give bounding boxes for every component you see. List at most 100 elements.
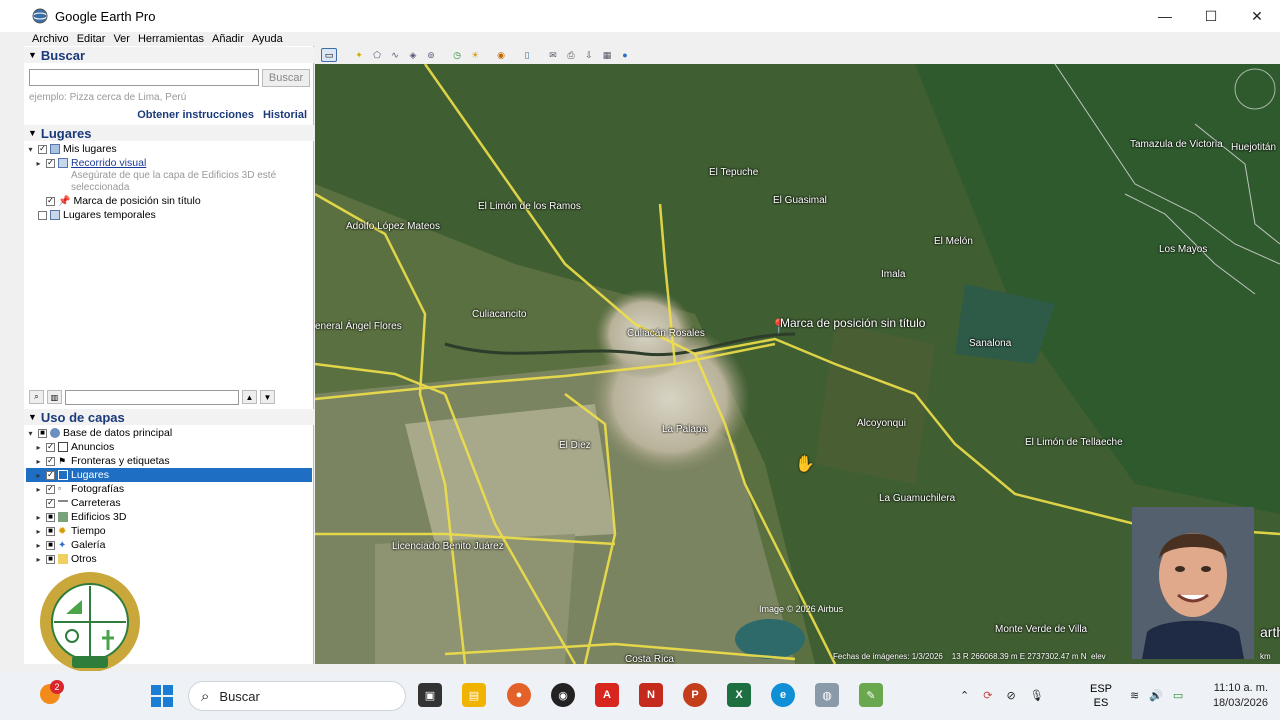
close-button[interactable]: ✕ [1234,0,1280,32]
panel-toggle-icon[interactable]: ▥ [47,390,62,404]
email-icon[interactable]: ✉ [545,48,561,62]
layer-galeria[interactable]: ▸ ■ ✦ Galería [26,538,312,552]
expand-icon[interactable]: ▸ [34,159,43,168]
checkbox[interactable]: ✓ [46,196,55,206]
move-down-icon[interactable]: ▼ [260,390,275,404]
expand-icon[interactable]: ▾ [26,429,35,438]
web-globe-icon[interactable]: ● [617,48,633,62]
search-button[interactable]: Buscar [262,69,310,87]
search-icon: ⌕ [201,687,210,705]
windows-start-icon[interactable] [150,684,174,708]
layer-base-datos[interactable]: ▾ ■ Base de datos principal [26,426,312,440]
obs-icon[interactable]: ◉ [551,683,575,707]
save-image-icon[interactable]: ⇩ [581,48,597,62]
layer-lugares[interactable]: ▸ ✓ Lugares [26,468,312,482]
collapse-triangle-icon: ▼ [28,412,37,422]
map-view-icon[interactable]: ▦ [599,48,615,62]
taskbar-search[interactable]: ⌕ Buscar [188,681,406,711]
layer-edificios-3d[interactable]: ▸ ■ Edificios 3D [26,510,312,524]
tour-record-icon[interactable]: ⊚ [423,48,439,62]
language-indicator[interactable]: ESP ES [1090,682,1112,710]
checkbox[interactable]: ■ [38,428,47,438]
layer-otros[interactable]: ▸ ■ Otros [26,552,312,566]
google-earth-taskbar-icon[interactable]: ◍ [815,683,839,707]
chevron-up-icon[interactable]: ⌃ [960,689,969,702]
webcam-overlay [1132,507,1254,659]
battery-icon[interactable]: ▭ [1173,689,1183,702]
layers-section-header[interactable]: ▼ Uso de capas [24,409,314,425]
ruler-icon[interactable]: ▯ [519,48,535,62]
wifi-icon[interactable]: ≋ [1130,689,1139,702]
search-input[interactable] [29,69,259,86]
square-icon [58,470,68,480]
history-link[interactable]: Historial [263,109,307,121]
sidebar-toggle-icon[interactable]: ▭ [321,48,337,62]
checkbox[interactable] [38,210,47,220]
menu-ayuda[interactable]: Ayuda [252,33,283,45]
search-places-icon[interactable]: ⌕ [29,390,44,404]
tree-item-temporales[interactable]: Lugares temporales [26,208,296,222]
checkbox[interactable]: ✓ [46,484,55,494]
tree-item-placemark[interactable]: ✓ 📌 Marca de posición sin título [26,194,296,208]
volume-icon[interactable]: 🔊 [1149,689,1163,702]
checkbox[interactable]: ✓ [46,470,55,480]
minimize-button[interactable]: — [1142,0,1188,32]
file-explorer-icon[interactable]: ▤ [462,683,486,707]
acrobat-icon[interactable]: A [595,683,619,707]
checkbox[interactable]: ■ [46,540,55,550]
layer-carreteras[interactable]: ✓ Carreteras [26,496,312,510]
checkbox[interactable]: ✓ [38,144,47,154]
tree-item-recorrido-visual[interactable]: ▸ ✓ Recorrido visual [26,156,296,170]
layer-anuncios[interactable]: ▸ ✓ Anuncios [26,440,312,454]
clock[interactable]: 11:10 a. m. 18/03/2026 [1213,681,1268,711]
sync-icon[interactable]: ⟳ [983,689,992,702]
checkbox[interactable]: ✓ [46,442,55,452]
app-green-icon[interactable]: ✎ [859,683,883,707]
search-header-label: Buscar [40,47,85,63]
map-label: Culiacancito [472,309,527,320]
search-section-header[interactable]: ▼ Buscar [24,47,314,63]
checkbox[interactable]: ✓ [46,456,55,466]
checkbox[interactable]: ■ [46,526,55,536]
firefox-icon[interactable]: ● [507,683,531,707]
sun-icon[interactable]: ☀ [467,48,483,62]
expand-icon[interactable]: ▾ [26,145,35,154]
tree-item-mis-lugares[interactable]: ▾ ✓ Mis lugares [26,142,296,156]
maximize-button[interactable]: ☐ [1188,0,1234,32]
move-up-icon[interactable]: ▲ [242,390,257,404]
powerpoint-icon[interactable]: P [683,683,707,707]
layer-fotografias[interactable]: ▸ ✓ ▫ Fotografías [26,482,312,496]
print-icon[interactable]: ⎙ [563,48,579,62]
get-directions-link[interactable]: Obtener instrucciones [137,109,254,121]
menu-anadir[interactable]: Añadir [212,33,244,45]
network-alert-icon[interactable]: ⊘ [1006,689,1015,702]
overlay-icon[interactable]: ◈ [405,48,421,62]
checkbox[interactable]: ✓ [46,158,55,168]
microphone-icon[interactable]: 🎙 [1030,689,1044,702]
tour-note: Asegúrate de que la capa de Edificios 3D… [71,170,277,193]
notion-pdf-icon[interactable]: N [639,683,663,707]
layer-fronteras[interactable]: ▸ ✓ ⚑ Fronteras y etiquetas [26,454,312,468]
places-filter-input[interactable] [65,389,239,405]
planet-switch-icon[interactable]: ◉ [493,48,509,62]
edge-icon[interactable]: e [771,683,795,707]
checkbox[interactable]: ■ [46,512,55,522]
menu-archivo[interactable]: Archivo [32,33,69,45]
checkbox[interactable]: ✓ [46,498,55,508]
history-imagery-icon[interactable]: ◷ [449,48,465,62]
placemark-label[interactable]: Marca de posición sin título [780,316,925,330]
polygon-icon[interactable]: ⬠ [369,48,385,62]
placemark-icon[interactable]: ✦ [351,48,367,62]
task-view-icon[interactable]: ▣ [418,683,442,707]
menu-editar[interactable]: Editar [77,33,106,45]
layer-tiempo[interactable]: ▸ ■ ✹ Tiempo [26,524,312,538]
map-label: Imala [881,269,906,280]
menu-herramientas[interactable]: Herramientas [138,33,204,45]
menu-ver[interactable]: Ver [113,33,130,45]
places-section-header[interactable]: ▼ Lugares [24,125,314,141]
path-icon[interactable]: ∿ [387,48,403,62]
menu-bar: Archivo Editar Ver Herramientas Añadir A… [24,32,314,46]
checkbox[interactable]: ■ [46,554,55,564]
map-label: El Diez [559,440,591,451]
excel-icon[interactable]: X [727,683,751,707]
